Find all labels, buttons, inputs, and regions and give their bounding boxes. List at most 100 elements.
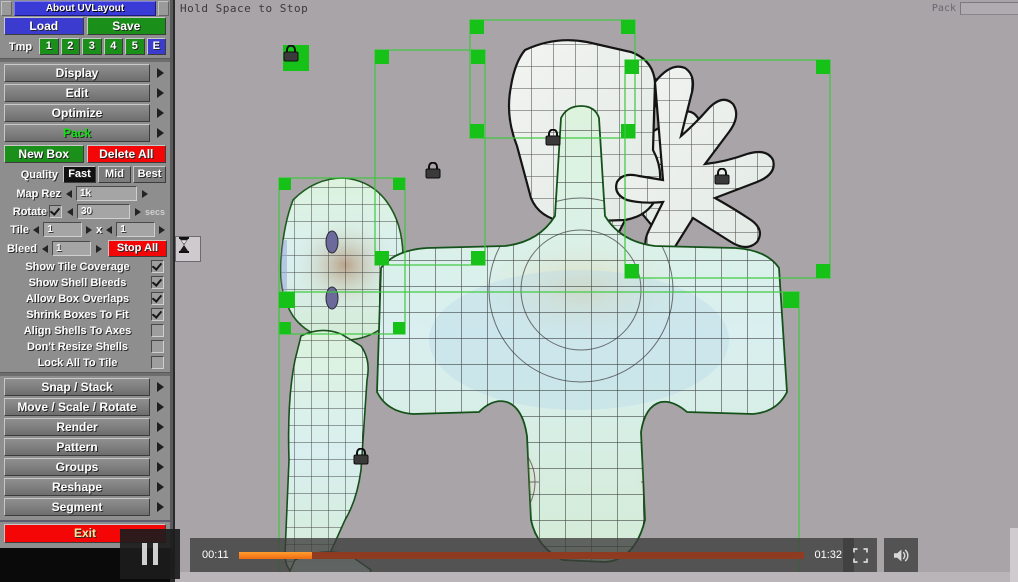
tool-snap-stack[interactable]: Snap / Stack: [0, 378, 170, 396]
toggle-allow-box-overlaps[interactable]: Allow Box Overlaps: [0, 292, 170, 305]
tile-x-decrement[interactable]: [31, 223, 41, 237]
tile-x-field[interactable]: 1: [43, 222, 82, 237]
shell-lock-badge-arm[interactable]: [353, 448, 369, 466]
toggle-checkbox[interactable]: [151, 276, 164, 289]
tool-button[interactable]: Snap / Stack: [4, 378, 150, 396]
menu-display-button[interactable]: Display: [4, 64, 150, 82]
quality-option-fast[interactable]: Fast: [63, 166, 96, 183]
chevron-right-icon[interactable]: [152, 379, 168, 395]
menu-edit[interactable]: Edit: [0, 84, 170, 102]
tmp-slot-3[interactable]: 3: [82, 38, 102, 55]
shell-lock-badge-ear[interactable]: [714, 168, 730, 186]
tmp-slot-4[interactable]: 4: [103, 38, 124, 55]
chevron-right-icon[interactable]: [152, 439, 168, 455]
tool-move-scale-rotate[interactable]: Move / Scale / Rotate: [0, 398, 170, 416]
tool-pattern[interactable]: Pattern: [0, 438, 170, 456]
tmp-slots-row: Tmp 1 2 3 4 5 E: [0, 38, 170, 55]
tmp-slot-e[interactable]: E: [146, 38, 167, 55]
new-box-button[interactable]: New Box: [4, 145, 84, 163]
rotate-checkbox[interactable]: [49, 205, 62, 218]
tool-segment[interactable]: Segment: [0, 498, 170, 516]
rotate-increment[interactable]: [132, 205, 143, 219]
uv-shell-viewport: [278, 19, 831, 582]
toggle-checkbox[interactable]: [151, 308, 164, 321]
tool-button[interactable]: Reshape: [4, 478, 150, 496]
tool-groups[interactable]: Groups: [0, 458, 170, 476]
menu-display[interactable]: Display: [0, 64, 170, 82]
tool-reshape[interactable]: Reshape: [0, 478, 170, 496]
menu-optimize-button[interactable]: Optimize: [4, 104, 150, 122]
tmp-slot-1[interactable]: 1: [39, 38, 59, 55]
menu-pack[interactable]: Pack: [0, 124, 170, 142]
chevron-right-icon[interactable]: [152, 419, 168, 435]
about-uvlayout-button[interactable]: About UVLayout: [14, 0, 156, 16]
stop-all-button[interactable]: Stop All: [108, 240, 167, 257]
chevron-right-icon[interactable]: [152, 479, 168, 495]
titlebar-left-button[interactable]: [1, 0, 12, 16]
delete-all-button[interactable]: Delete All: [86, 145, 166, 163]
fullscreen-button[interactable]: [843, 538, 877, 572]
tool-button[interactable]: Render: [4, 418, 150, 436]
lock-icon: [545, 129, 561, 146]
pack-progress-label: Pack: [931, 3, 956, 14]
toggle-show-shell-bleeds[interactable]: Show Shell Bleeds: [0, 276, 170, 289]
tmp-slot-5[interactable]: 5: [125, 38, 145, 55]
shell-lock-badge-selected[interactable]: [283, 45, 309, 71]
load-button[interactable]: Load: [4, 17, 84, 35]
tool-button[interactable]: Move / Scale / Rotate: [4, 398, 150, 416]
divider: [0, 372, 170, 376]
toggle-checkbox[interactable]: [151, 356, 164, 369]
rotate-label: Rotate: [12, 205, 47, 218]
tool-button[interactable]: Groups: [4, 458, 150, 476]
toggle-align-shells-to-axes[interactable]: Align Shells To Axes: [0, 324, 170, 337]
save-button[interactable]: Save: [86, 17, 166, 35]
chevron-right-icon[interactable]: [152, 105, 168, 121]
volume-button[interactable]: [884, 538, 918, 572]
toggle-checkbox[interactable]: [151, 292, 164, 305]
chevron-right-icon[interactable]: [152, 65, 168, 81]
duration-label: 01:32: [814, 549, 842, 561]
tmp-slot-2[interactable]: 2: [60, 38, 81, 55]
uv-canvas[interactable]: Hold Space to Stop Pack: [175, 0, 1018, 582]
chevron-right-icon[interactable]: [152, 125, 168, 141]
chevron-right-icon[interactable]: [152, 85, 168, 101]
titlebar-right-button[interactable]: [158, 0, 169, 16]
toggle-checkbox[interactable]: [151, 324, 164, 337]
map-rez-field[interactable]: 1k: [76, 186, 137, 201]
rotate-field[interactable]: 30: [77, 204, 130, 219]
shell-lock-badge-hand[interactable]: [425, 162, 441, 180]
toggle-shrink-boxes-to-fit[interactable]: Shrink Boxes To Fit: [0, 308, 170, 321]
hourglass-glyph: [179, 237, 189, 253]
pack-progress: Pack: [932, 2, 1018, 15]
map-rez-decrement[interactable]: [63, 187, 74, 201]
toggle-checkbox[interactable]: [151, 340, 164, 353]
chevron-right-icon[interactable]: [152, 459, 168, 475]
toggle-show-tile-coverage[interactable]: Show Tile Coverage: [0, 260, 170, 273]
bleed-decrement[interactable]: [39, 242, 50, 256]
quality-option-best[interactable]: Best: [133, 166, 166, 183]
rotate-decrement[interactable]: [64, 205, 75, 219]
tile-y-decrement[interactable]: [104, 223, 114, 237]
tool-render[interactable]: Render: [0, 418, 170, 436]
tool-button[interactable]: Segment: [4, 498, 150, 516]
bleed-field[interactable]: 1: [52, 241, 91, 256]
map-rez-increment[interactable]: [139, 187, 150, 201]
chevron-right-icon[interactable]: [152, 499, 168, 515]
toggle-lock-all-to-tile[interactable]: Lock All To Tile: [0, 356, 170, 369]
tile-row: Tile 1 x 1: [0, 222, 170, 237]
chevron-right-icon[interactable]: [152, 399, 168, 415]
menu-pack-button[interactable]: Pack: [4, 124, 150, 142]
toggle-checkbox[interactable]: [151, 260, 164, 273]
tile-y-field[interactable]: 1: [116, 222, 155, 237]
seek-bar[interactable]: [238, 551, 805, 559]
tool-button[interactable]: Pattern: [4, 438, 150, 456]
tile-x-increment[interactable]: [84, 223, 94, 237]
tile-y-increment[interactable]: [157, 223, 167, 237]
bleed-increment[interactable]: [93, 242, 104, 256]
shell-lock-badge-foot[interactable]: [545, 129, 561, 147]
toggle-dont-resize-shells[interactable]: Don't Resize Shells: [0, 340, 170, 353]
menu-optimize[interactable]: Optimize: [0, 104, 170, 122]
menu-edit-button[interactable]: Edit: [4, 84, 150, 102]
pause-button[interactable]: [120, 529, 180, 579]
quality-option-mid[interactable]: Mid: [98, 166, 131, 183]
